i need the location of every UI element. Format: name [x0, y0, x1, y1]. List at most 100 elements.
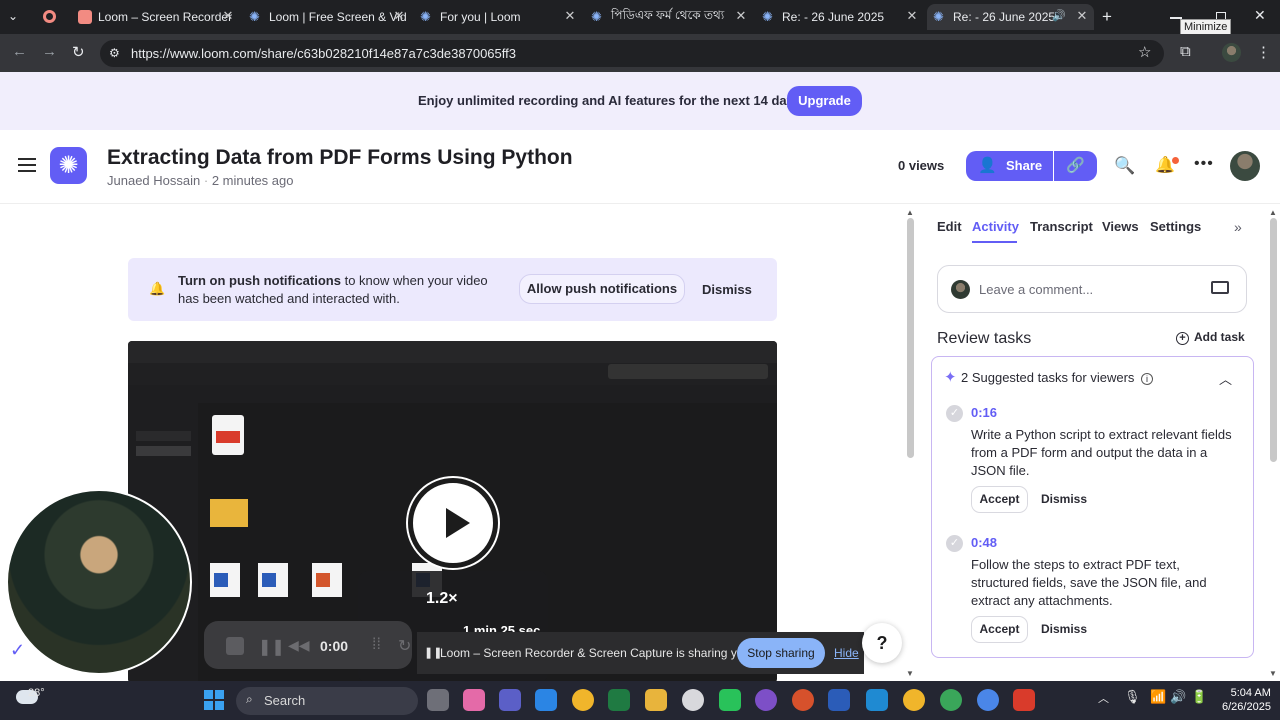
hide-sharing-link[interactable]: Hide: [834, 646, 859, 660]
tab-loom-recorder[interactable]: Loom – Screen Recorder ✕: [72, 4, 240, 30]
tab-loom-free[interactable]: ✺ Loom | Free Screen & Vid ✕: [243, 4, 411, 30]
record-tab-icon[interactable]: [43, 10, 56, 23]
powerpoint-icon[interactable]: [792, 689, 814, 711]
vscode-icon[interactable]: [866, 689, 888, 711]
weather-temp[interactable]: 28°: [28, 687, 45, 699]
teams-icon[interactable]: [499, 689, 521, 711]
accept-task-button[interactable]: Accept: [971, 616, 1028, 643]
search-icon[interactable]: 🔍: [1114, 156, 1135, 176]
playback-speed[interactable]: 1.2×: [426, 590, 458, 608]
close-icon[interactable]: ✕: [391, 8, 407, 24]
tab-search-icon[interactable]: ⌄: [8, 9, 18, 23]
rewind-icon[interactable]: ◀◀: [288, 637, 310, 654]
video-title[interactable]: Extracting Data from PDF Forms Using Pyt…: [107, 146, 573, 170]
tab-re-june-active[interactable]: ✺ Re: - 26 June 2025 🔊 ✕: [927, 4, 1094, 30]
hamburger-menu-icon[interactable]: [18, 158, 36, 172]
loom-logo-icon[interactable]: ✺: [50, 147, 87, 184]
browser-menu-icon[interactable]: ⋮: [1256, 43, 1271, 61]
scroll-down-icon[interactable]: ▼: [906, 669, 914, 678]
bookmark-star-icon[interactable]: ☆: [1138, 43, 1151, 61]
app-icon[interactable]: [682, 689, 704, 711]
tab-for-you[interactable]: ✺ For you | Loom ✕: [414, 4, 582, 30]
upgrade-button[interactable]: Upgrade: [787, 86, 862, 116]
dismiss-task-button[interactable]: Dismiss: [1041, 492, 1087, 506]
chrome-icon[interactable]: [572, 689, 594, 711]
microphone-icon[interactable]: 🎙: [1124, 689, 1141, 705]
tab-re-june-1[interactable]: ✺ Re: - 26 June 2025 ✕: [756, 4, 924, 30]
reload-icon[interactable]: ↻: [72, 43, 85, 61]
chrome-icon[interactable]: [903, 689, 925, 711]
taskbar-search[interactable]: Search: [236, 687, 418, 715]
copilot-icon[interactable]: [463, 689, 485, 711]
site-info-icon[interactable]: ⚙: [109, 46, 120, 60]
task-check-icon[interactable]: ✓: [946, 405, 963, 422]
speaker-icon[interactable]: 🔊: [1052, 9, 1066, 22]
comment-input[interactable]: Leave a comment...: [979, 282, 1093, 297]
user-avatar[interactable]: [1230, 151, 1260, 181]
acrobat-icon[interactable]: [1013, 689, 1035, 711]
chrome-icon[interactable]: [977, 689, 999, 711]
taskbar-clock[interactable]: 5:04 AM 6/26/2025: [1222, 686, 1271, 714]
word-icon[interactable]: [828, 689, 850, 711]
play-button[interactable]: [408, 478, 498, 568]
close-icon[interactable]: ✕: [220, 8, 236, 24]
chevron-up-icon[interactable]: ︿: [1098, 690, 1109, 706]
volume-icon[interactable]: 🔊: [1170, 689, 1186, 705]
restart-icon[interactable]: ↻: [398, 636, 411, 656]
task-timestamp[interactable]: 0:16: [971, 405, 997, 420]
main-scrollbar[interactable]: [907, 218, 914, 458]
dismiss-task-button[interactable]: Dismiss: [1041, 622, 1087, 636]
chevron-up-icon[interactable]: ︿: [1219, 369, 1232, 388]
close-icon[interactable]: ✕: [1074, 8, 1090, 24]
new-tab-icon[interactable]: +: [1102, 7, 1112, 27]
profile-avatar[interactable]: [1222, 43, 1241, 62]
panel-scroll-down-icon[interactable]: ▼: [1269, 669, 1277, 678]
close-icon[interactable]: ✕: [562, 8, 578, 24]
tab-activity[interactable]: Activity: [972, 219, 1019, 234]
add-task-button[interactable]: + Add task: [1176, 330, 1245, 345]
forward-icon[interactable]: →: [42, 43, 57, 60]
panel-scrollbar[interactable]: [1270, 218, 1277, 462]
collapse-panel-icon[interactable]: »: [1234, 219, 1242, 235]
pause-icon[interactable]: ❚❚: [258, 637, 285, 657]
copy-link-button[interactable]: 🔗: [1054, 151, 1097, 181]
stop-sharing-button[interactable]: Stop sharing: [737, 638, 825, 668]
stop-icon[interactable]: [226, 637, 244, 655]
github-icon[interactable]: [755, 689, 777, 711]
allow-push-button[interactable]: Allow push notifications: [519, 274, 685, 304]
close-icon[interactable]: ✕: [904, 8, 920, 24]
windows-start-icon[interactable]: [204, 690, 224, 710]
help-button[interactable]: ?: [862, 623, 902, 663]
panel-scroll-up-icon[interactable]: ▲: [1269, 208, 1277, 217]
chrome-icon[interactable]: [940, 689, 962, 711]
views-count[interactable]: 0 views: [898, 158, 944, 173]
dismiss-push-button[interactable]: Dismiss: [702, 282, 752, 297]
video-comment-icon[interactable]: [1211, 281, 1229, 294]
excel-icon[interactable]: [608, 689, 630, 711]
window-close-icon[interactable]: ✕: [1254, 7, 1266, 24]
tab-bangla[interactable]: ✺ পিডিএফ ফর্ম থেকে তথ্য ✕: [585, 4, 753, 30]
author-name[interactable]: Junaed Hossain: [107, 173, 200, 188]
tab-transcript[interactable]: Transcript: [1030, 219, 1093, 234]
extensions-icon[interactable]: ⧉: [1180, 43, 1191, 60]
wifi-icon[interactable]: 📶: [1150, 689, 1166, 705]
battery-icon[interactable]: 🔋: [1191, 689, 1207, 705]
url-field[interactable]: https://www.loom.com/share/c63b028210f14…: [100, 40, 1164, 67]
store-icon[interactable]: [535, 689, 557, 711]
back-icon[interactable]: ←: [12, 43, 27, 60]
tab-settings[interactable]: Settings: [1150, 219, 1201, 234]
task-check-icon[interactable]: ✓: [946, 535, 963, 552]
pycharm-icon[interactable]: [719, 689, 741, 711]
file-explorer-icon[interactable]: [645, 689, 667, 711]
close-icon[interactable]: ✕: [733, 8, 749, 24]
tab-edit[interactable]: Edit: [937, 219, 962, 234]
tab-views[interactable]: Views: [1102, 219, 1139, 234]
suggested-tasks-header[interactable]: 2 Suggested tasks for viewers i: [961, 370, 1154, 385]
task-timestamp[interactable]: 0:48: [971, 535, 997, 550]
checklist-icon[interactable]: ✓: [10, 640, 50, 676]
drag-handle-icon[interactable]: ⁞⁞: [372, 636, 381, 654]
task-view-icon[interactable]: [427, 689, 449, 711]
more-options-icon[interactable]: •••: [1194, 155, 1214, 173]
info-icon[interactable]: i: [1141, 373, 1154, 385]
accept-task-button[interactable]: Accept: [971, 486, 1028, 513]
